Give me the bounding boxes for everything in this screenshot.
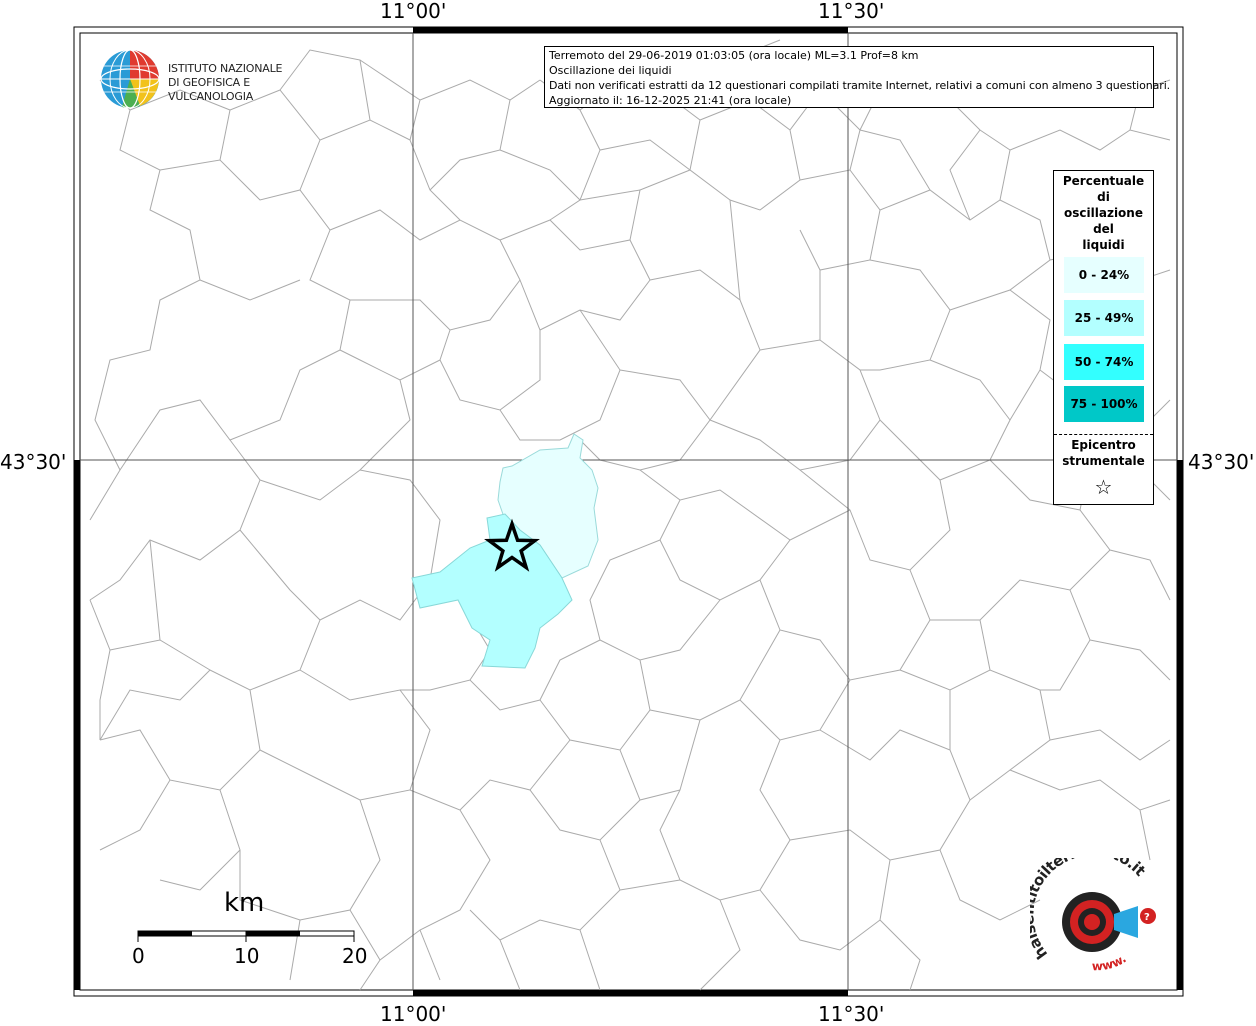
- legend-epicenter-line2: strumentale: [1062, 454, 1145, 468]
- legend-epicenter-line1: Epicentro: [1071, 438, 1136, 452]
- legend-title-line5: liquidi: [1082, 238, 1125, 252]
- legend-epicenter-title: Epicentro strumentale: [1054, 437, 1153, 469]
- legend-title-line2: di: [1097, 190, 1110, 204]
- legend-title-line1: Percentuale: [1062, 174, 1145, 188]
- scale-tick-10: 10: [234, 944, 260, 968]
- legend-class-0-24: 0 - 24%: [1064, 257, 1144, 293]
- scale-tick-20: 20: [342, 944, 368, 968]
- svg-text:?: ?: [1144, 912, 1150, 923]
- ingv-name-line2: DI GEOFISICA E VULCANOLOGIA: [168, 76, 254, 103]
- legend-title-line4: del: [1093, 222, 1114, 236]
- event-info-line1: Terremoto del 29-06-2019 01:03:05 (ora l…: [549, 49, 919, 62]
- globe-icon: [100, 49, 160, 109]
- legend-star-icon: ☆: [1094, 475, 1113, 499]
- svg-text:www.: www.: [1092, 951, 1129, 973]
- scale-tick-0: 0: [132, 944, 145, 968]
- legend-class-75-100: 75 - 100%: [1064, 386, 1144, 422]
- event-info-line2: Oscillazione dei liquidi: [549, 64, 672, 77]
- event-info-line4: Aggiornato il: 16-12-2025 21:41 (ora loc…: [549, 94, 792, 107]
- scale-bar: km 0 10 20: [128, 888, 378, 978]
- target-icon: ? haisentitoilterremoto.it www.: [1019, 841, 1156, 973]
- scale-unit: km: [224, 888, 265, 918]
- legend-class-25-49: 25 - 49%: [1064, 300, 1144, 336]
- ingv-name-line1: ISTITUTO NAZIONALE: [168, 62, 283, 75]
- haisentito-logo: ? haisentitoilterremoto.it www.: [1019, 841, 1166, 978]
- legend-class-50-74: 50 - 74%: [1064, 344, 1144, 380]
- legend-separator: [1054, 434, 1153, 435]
- event-info-box: Terremoto del 29-06-2019 01:03:05 (ora l…: [544, 46, 1171, 108]
- ingv-name: ISTITUTO NAZIONALE DI GEOFISICA E VULCAN…: [168, 62, 320, 104]
- legend-title-line3: oscillazione: [1064, 206, 1143, 220]
- event-info-line3: Dati non verificati estratti da 12 quest…: [549, 79, 1171, 92]
- legend: Percentuale di oscillazione del liquidi …: [1053, 170, 1154, 505]
- legend-title: Percentuale di oscillazione del liquidi: [1054, 173, 1153, 253]
- haisentito-url-text: www.: [1092, 951, 1129, 973]
- ingv-logo: ISTITUTO NAZIONALE DI GEOFISICA E VULCAN…: [100, 48, 320, 110]
